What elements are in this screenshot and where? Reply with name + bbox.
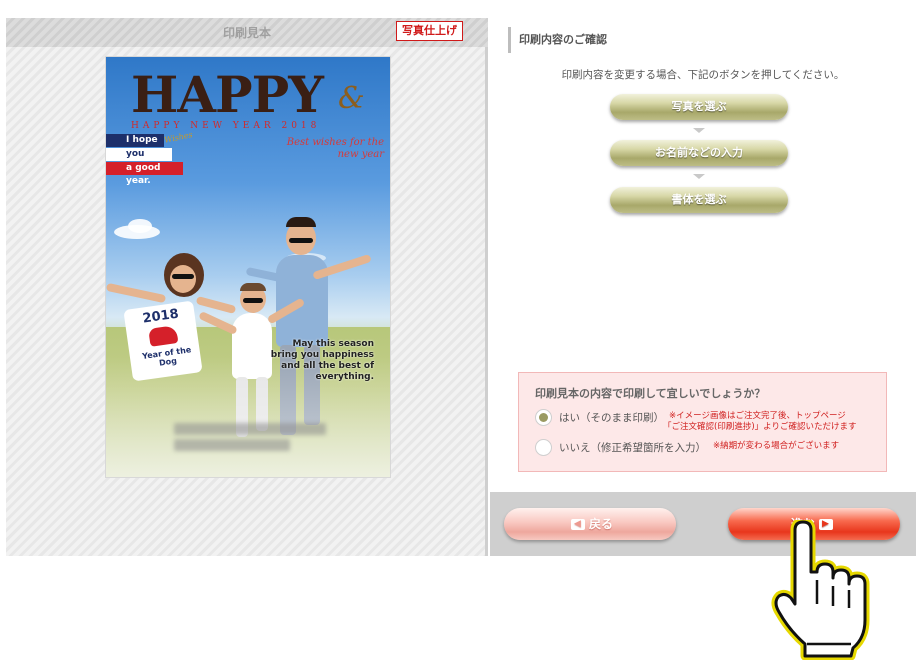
print-confirmation-box: 印刷見本の内容で印刷して宜しいでしょうか？ はい（そのまま印刷） ※イメージ画像… — [518, 372, 887, 472]
card-message-line: bring you happiness — [270, 350, 374, 360]
radio-no[interactable] — [535, 439, 552, 456]
option-yes-note: ※イメージ画像はご注文完了後、トップページ — [669, 411, 846, 421]
step-arrow-icon — [693, 174, 705, 179]
radio-yes[interactable] — [535, 409, 552, 426]
option-yes-note: 「ご注文確認(印刷進捗)」よりご確認いただけます — [663, 422, 857, 432]
flag-script: Wishes — [163, 130, 194, 145]
blurred-address-line — [174, 439, 290, 451]
card-message-line: and all the best of everything. — [281, 361, 374, 382]
new-year-card-preview: HAPPY & HAPPY NEW YEAR 2018 Best wishes … — [105, 56, 391, 478]
card-message: May this season bring you happiness and … — [224, 339, 374, 383]
finish-badge: 写真仕上げ — [396, 21, 463, 41]
page: 印刷見本 写真仕上げ HAPPY & HAPPY NEW YEAR 2018 B… — [0, 0, 920, 670]
card-greeting-script: Best wishes for the new year — [286, 137, 384, 160]
card-message-line: May this season — [292, 339, 374, 349]
section-heading: 印刷内容のご確認 — [508, 27, 607, 53]
print-preview-panel: 印刷見本 写真仕上げ HAPPY & HAPPY NEW YEAR 2018 B… — [6, 18, 488, 556]
enter-name-button[interactable]: お名前などの入力 — [610, 140, 788, 166]
step-arrow-icon — [693, 128, 705, 133]
card-ampersand: & — [338, 81, 365, 116]
dog-icon — [148, 325, 179, 347]
card-headline: HAPPY — [131, 65, 324, 124]
option-yes-label[interactable]: はい（そのまま印刷） — [559, 410, 664, 425]
choose-font-button[interactable]: 書体を選ぶ — [610, 187, 788, 213]
confirmation-panel: 印刷内容のご確認 印刷内容を変更する場合、下記のボタンを押してください。 写真を… — [490, 18, 916, 556]
choose-photo-button[interactable]: 写真を選ぶ — [610, 94, 788, 120]
tshirt-year: 2018 — [141, 306, 180, 327]
back-button[interactable]: ◀ 戻る — [504, 508, 676, 540]
flag-line: a good year. — [106, 162, 183, 186]
flag-line: you have — [106, 148, 172, 172]
flag-line: I hope — [106, 134, 164, 147]
option-no-note: ※納期が変わる場合がございます — [713, 441, 840, 451]
back-button-label: 戻る — [588, 517, 613, 531]
hand-pointer-icon — [771, 520, 870, 660]
blurred-address-line — [174, 423, 326, 435]
arrow-left-icon: ◀ — [570, 519, 585, 530]
option-no-label[interactable]: いいえ（修正希望箇所を入力） — [559, 440, 706, 455]
confirm-question: 印刷見本の内容で印刷して宜しいでしょうか？ — [535, 387, 766, 400]
preview-header: 印刷見本 写真仕上げ — [6, 18, 488, 47]
cloud — [128, 219, 152, 233]
change-instruction: 印刷内容を変更する場合、下記のボタンを押してください。 — [561, 69, 845, 81]
card-subheadline: HAPPY NEW YEAR 2018 — [131, 121, 321, 131]
